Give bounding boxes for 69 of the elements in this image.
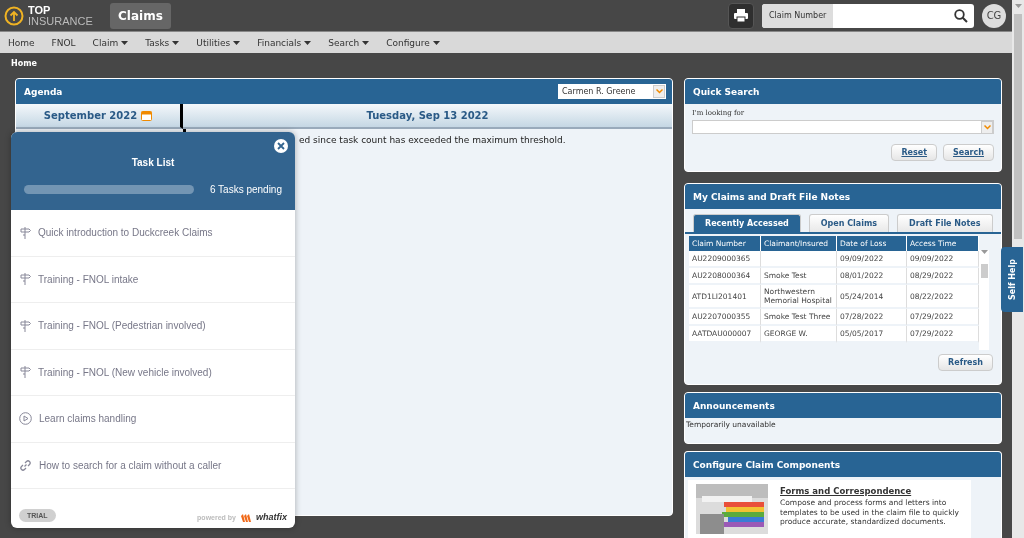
app-tab[interactable]: Claims: [110, 2, 171, 29]
refresh-button[interactable]: Refresh: [938, 354, 993, 371]
panel-title: Announcements: [693, 400, 775, 411]
close-icon: [277, 142, 285, 150]
close-button[interactable]: [274, 139, 288, 153]
printer-icon: [734, 9, 748, 22]
task-item[interactable]: Training - FNOL (Pedestrian involved): [11, 303, 295, 350]
chevron-icon: [983, 125, 991, 130]
calendar-icon[interactable]: [141, 110, 153, 121]
task-item[interactable]: Quick introduction to Duckcreek Claims: [11, 210, 295, 257]
menu-item[interactable]: Claim: [92, 37, 129, 48]
month-label: September 2022: [43, 110, 138, 121]
brand-name: whatfix: [256, 512, 287, 522]
signpost-icon: [19, 225, 31, 240]
component-link[interactable]: Forms and Correspondence: [780, 486, 965, 496]
menu-item[interactable]: FNOL: [51, 37, 76, 48]
scrollbar-thumb[interactable]: [980, 264, 988, 278]
panel-title: Quick Search: [693, 86, 760, 97]
chevron-icon: [655, 89, 663, 94]
task-item[interactable]: How to search for a claim without a caller: [11, 442, 295, 489]
scrollbar[interactable]: [979, 250, 989, 350]
menu-item[interactable]: Utilities: [196, 37, 241, 48]
tab[interactable]: Draft File Notes: [897, 214, 993, 232]
print-button[interactable]: [728, 2, 754, 29]
menu-item[interactable]: Configure: [386, 37, 440, 48]
signpost-icon: [19, 365, 31, 380]
panel-title: My Claims and Draft File Notes: [693, 191, 851, 202]
caret-icon: [304, 40, 312, 45]
logo-icon: [4, 5, 24, 26]
caret-icon: [362, 40, 370, 45]
self-help-tab[interactable]: Self Help: [1001, 247, 1023, 312]
panel-title: Configure Claim Components: [693, 459, 841, 470]
logo-text: TOP: [28, 4, 52, 16]
search-icon[interactable]: [954, 8, 968, 23]
caret-icon: [233, 40, 241, 45]
menu-item[interactable]: Home: [8, 37, 35, 48]
looking-for-dropdown[interactable]: [692, 120, 994, 134]
tab[interactable]: Open Claims: [808, 214, 890, 232]
user-dropdown[interactable]: Carmen R. Greene: [558, 84, 666, 99]
caret-icon: [1014, 4, 1022, 8]
caret-icon: [432, 40, 440, 45]
link-icon: [19, 458, 32, 472]
day-label: Tuesday, Sep 13 2022: [183, 104, 672, 129]
menu-item[interactable]: Financials: [257, 37, 312, 48]
search-label: Claim Number: [762, 3, 834, 28]
action-button[interactable]: Reset: [891, 144, 938, 161]
signpost-icon: [19, 318, 31, 333]
caret-icon: [121, 40, 129, 45]
agenda-message: ed since task count has exceeded the maximum threshold.: [299, 135, 566, 145]
breadcrumb[interactable]: Home: [11, 59, 1012, 68]
scrollbar-thumb[interactable]: [1014, 14, 1022, 239]
menu-item[interactable]: Tasks: [145, 37, 180, 48]
task-item[interactable]: Learn claims handling: [11, 396, 295, 443]
menu-item[interactable]: Search: [328, 37, 370, 48]
panel-title: Agenda: [24, 86, 63, 97]
tab[interactable]: Recently Accessed: [693, 214, 801, 232]
signpost-icon: [19, 272, 31, 287]
popup-title: Task List: [131, 157, 175, 168]
caret-icon: [172, 40, 180, 45]
task-item[interactable]: Training - FNOL intake: [11, 256, 295, 303]
task-item[interactable]: Training - FNOL (New vehicle involved): [11, 349, 295, 396]
user-avatar[interactable]: CG: [982, 3, 1006, 28]
play-icon: [19, 412, 32, 426]
action-button[interactable]: Search: [943, 144, 994, 161]
brand-logo-icon: [241, 512, 251, 522]
logo-text: INSURANCE: [28, 15, 93, 27]
claim-search-field[interactable]: Claim Number: [762, 3, 974, 28]
caret-icon: [980, 250, 988, 254]
pending-count: 6 Tasks pending: [209, 184, 282, 195]
